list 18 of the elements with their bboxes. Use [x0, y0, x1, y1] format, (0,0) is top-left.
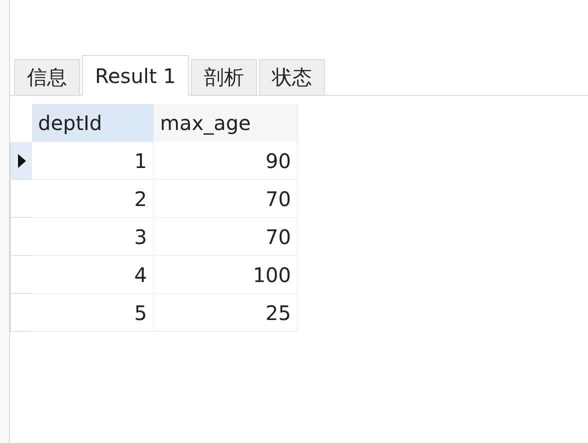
table-cell: 100: [154, 256, 298, 294]
tab[interactable]: Result 1: [82, 55, 189, 96]
table-cell: 3: [32, 218, 154, 256]
tab[interactable]: 信息: [14, 59, 80, 95]
table-cell: 25: [154, 294, 298, 332]
table-cell: 70: [154, 180, 298, 218]
column-header[interactable]: deptId: [32, 104, 154, 142]
table-cell: 5: [32, 294, 154, 332]
column-header[interactable]: max_age: [154, 104, 298, 142]
table-cell: 70: [154, 218, 298, 256]
table-cell: 1: [32, 142, 154, 180]
row-indicator[interactable]: [10, 142, 32, 180]
table-cell: 90: [154, 142, 298, 180]
table-cell: 4: [32, 256, 154, 294]
table-cell: 2: [32, 180, 154, 218]
tab[interactable]: 剖析: [190, 59, 257, 95]
tab[interactable]: 状态: [258, 59, 325, 95]
current-row-icon: [18, 154, 26, 168]
